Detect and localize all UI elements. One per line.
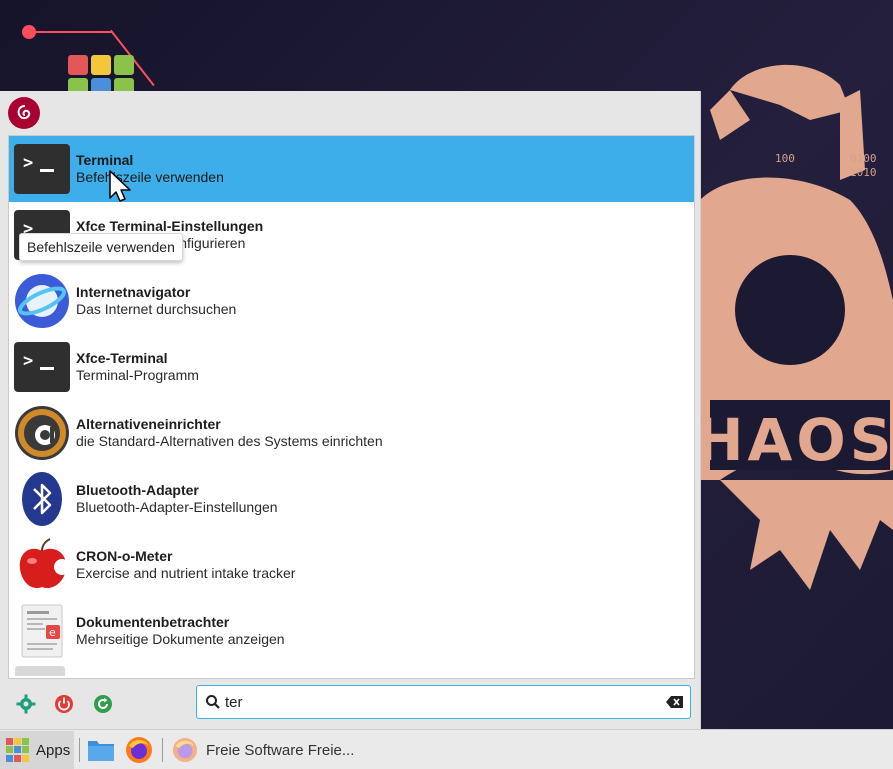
document-viewer-icon: e (13, 602, 71, 660)
refresh-icon (94, 695, 112, 713)
svg-text:100: 100 (775, 152, 795, 165)
item-title: Xfce-Terminal (76, 350, 168, 366)
item-title: CRON-o-Meter (76, 548, 173, 564)
settings-gear-icon (16, 694, 36, 714)
web-browser-icon (13, 272, 71, 330)
menu-action-bar (8, 685, 693, 723)
terminal-icon: > (13, 338, 71, 396)
menu-header (8, 97, 40, 129)
item-title: Terminal (76, 152, 134, 168)
item-subtitle: Das Internet durchsuchen (76, 301, 237, 317)
item-subtitle: Bluetooth-Adapter-Einstellungen (76, 499, 278, 515)
item-title: Internetnavigator (76, 284, 191, 300)
clear-input-icon[interactable] (666, 695, 684, 709)
firefox-icon (172, 737, 198, 763)
mouse-pointer-icon (109, 170, 131, 202)
settings-button[interactable] (15, 693, 37, 715)
svg-text:e: e (49, 626, 56, 639)
folder-icon (88, 741, 114, 761)
file-manager-launcher[interactable] (87, 736, 115, 764)
bluetooth-icon (13, 470, 71, 528)
wallpaper-artwork: HAOS M 100 0100 1010 (695, 64, 893, 590)
list-item[interactable]: CRON-o-Meter Exercise and nutrient intak… (9, 532, 694, 598)
list-item[interactable]: e Dokumentenbetrachter Mehrseitige Dokum… (9, 598, 694, 664)
apps-grid-icon (6, 738, 30, 762)
search-input[interactable] (225, 691, 655, 713)
item-subtitle: Befehlszeile verwenden (76, 169, 224, 185)
item-title: Bluetooth-Adapter (76, 482, 199, 498)
taskbar-separator (79, 738, 80, 762)
item-title: Dokumentenbetrachter (76, 614, 230, 630)
terminal-icon: > (13, 140, 71, 198)
wallpaper-text: HAOS M (695, 406, 893, 474)
item-subtitle: Exercise and nutrient intake tracker (76, 565, 296, 581)
list-item[interactable]: Alternativeneinrichter die Standard-Alte… (9, 400, 694, 466)
firefox-launcher[interactable] (125, 736, 153, 764)
apps-label: Apps (36, 741, 71, 759)
item-subtitle: Mehrseitige Dokumente anzeigen (76, 631, 285, 647)
debian-swirl-icon[interactable] (8, 97, 40, 129)
taskbar-window-firefox[interactable]: Freie Software Freie... (172, 731, 354, 769)
switch-user-button[interactable] (92, 693, 114, 715)
alternatives-icon (13, 404, 71, 462)
list-item-partial[interactable] (9, 664, 694, 678)
tooltip: Befehlszeile verwenden (19, 233, 183, 261)
firefox-icon (126, 737, 152, 763)
item-title: Alternativeneinrichter (76, 416, 221, 432)
svg-text:1010: 1010 (850, 166, 877, 179)
window-title: Freie Software Freie... (206, 741, 355, 759)
taskbar: Apps Freie Software Freie... (0, 729, 893, 769)
logout-button[interactable] (53, 693, 75, 715)
list-item[interactable]: Bluetooth-Adapter Bluetooth-Adapter-Eins… (9, 466, 694, 532)
desktop-line (30, 31, 112, 33)
list-item[interactable]: > Xfce-Terminal Terminal-Programm (9, 334, 694, 400)
list-item[interactable]: Internetnavigator Das Internet durchsuch… (9, 268, 694, 334)
apple-icon (13, 536, 71, 594)
power-icon (55, 695, 73, 713)
item-subtitle: die Standard-Alternativen des Systems ei… (76, 433, 383, 449)
item-subtitle: Terminal-Programm (76, 367, 199, 383)
search-field[interactable] (196, 685, 691, 719)
svg-text:0100: 0100 (850, 152, 877, 165)
partial-item-icon (15, 666, 65, 676)
taskbar-separator (162, 738, 163, 762)
search-icon (206, 695, 220, 709)
apps-menu-button[interactable]: Apps (0, 731, 74, 769)
search-results-list: > Terminal Befehlszeile verwenden > Xfce… (8, 135, 695, 679)
